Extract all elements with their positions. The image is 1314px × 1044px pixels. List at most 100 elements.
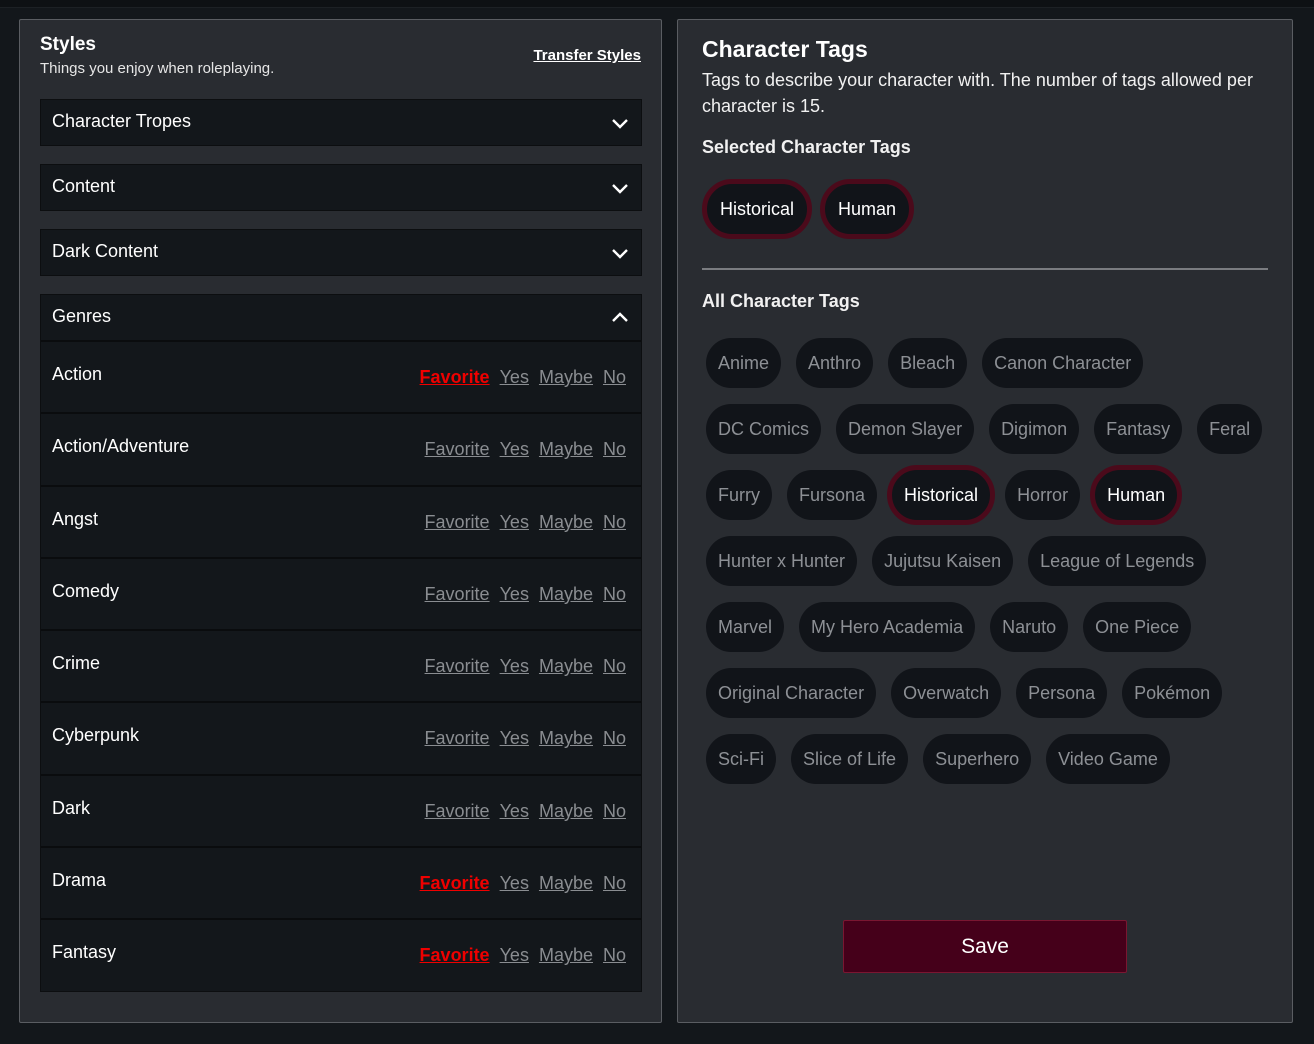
option-no-link[interactable]: No	[603, 945, 626, 966]
option-maybe-link[interactable]: Maybe	[539, 945, 593, 966]
tag-chip[interactable]: Video Game	[1046, 734, 1170, 784]
tag-chip[interactable]: DC Comics	[706, 404, 822, 454]
option-no-link[interactable]: No	[603, 512, 626, 533]
genre-row: Action/Adventure Favorite Yes Maybe No	[41, 412, 641, 484]
tag-chip[interactable]: Persona	[1016, 668, 1108, 718]
styles-subtitle: Things you enjoy when roleplaying.	[40, 60, 275, 77]
option-maybe-link[interactable]: Maybe	[539, 873, 593, 894]
genre-name: Cyberpunk	[52, 725, 140, 746]
option-favorite-link[interactable]: Favorite	[425, 728, 490, 749]
genre-name: Dark	[52, 797, 91, 818]
option-yes-link[interactable]: Yes	[500, 945, 529, 966]
option-maybe-link[interactable]: Maybe	[539, 367, 593, 388]
transfer-styles-link[interactable]: Transfer Styles	[533, 47, 641, 64]
genre-row: Action Favorite Yes Maybe No	[41, 340, 641, 412]
styles-title: Styles	[40, 34, 96, 55]
tag-chip[interactable]: Historical	[887, 465, 996, 525]
option-favorite-link[interactable]: Favorite	[425, 656, 490, 677]
selected-tag[interactable]: Historical	[702, 179, 813, 239]
tag-chip[interactable]: Bleach	[888, 338, 968, 388]
tag-chip[interactable]: Canon Character	[982, 338, 1144, 388]
option-maybe-link[interactable]: Maybe	[539, 656, 593, 677]
option-no-link[interactable]: No	[603, 873, 626, 894]
tag-chip[interactable]: One Piece	[1083, 602, 1192, 652]
chevron-down-icon	[612, 182, 628, 194]
option-yes-link[interactable]: Yes	[500, 728, 529, 749]
genre-options: Favorite Yes Maybe No	[425, 439, 626, 460]
tag-chip[interactable]: Fantasy	[1094, 404, 1183, 454]
genre-name: Comedy	[52, 580, 120, 601]
genre-options: Favorite Yes Maybe No	[425, 801, 626, 822]
option-no-link[interactable]: No	[603, 801, 626, 822]
option-no-link[interactable]: No	[603, 367, 626, 388]
option-no-link[interactable]: No	[603, 656, 626, 677]
genre-options: Favorite Yes Maybe No	[420, 367, 626, 388]
genre-options: Favorite Yes Maybe No	[420, 945, 626, 966]
tag-chip[interactable]: Hunter x Hunter	[706, 536, 858, 586]
tag-chip[interactable]: Slice of Life	[791, 734, 909, 784]
option-favorite-link[interactable]: Favorite	[425, 801, 490, 822]
option-favorite-link[interactable]: Favorite	[425, 512, 490, 533]
option-maybe-link[interactable]: Maybe	[539, 728, 593, 749]
tag-chip[interactable]: Human	[1090, 465, 1183, 525]
option-yes-link[interactable]: Yes	[500, 512, 529, 533]
accordion-content: Content	[40, 164, 642, 211]
genre-name: Action/Adventure	[52, 436, 190, 457]
accordion-header[interactable]: Content	[41, 165, 641, 210]
genre-options: Favorite Yes Maybe No	[425, 728, 626, 749]
tag-chip[interactable]: My Hero Academia	[799, 602, 976, 652]
tag-chip[interactable]: Furry	[706, 470, 772, 520]
option-no-link[interactable]: No	[603, 728, 626, 749]
tag-chip[interactable]: Feral	[1197, 404, 1263, 454]
tag-chip[interactable]: Horror	[1005, 470, 1081, 520]
option-maybe-link[interactable]: Maybe	[539, 439, 593, 460]
tag-chip[interactable]: Digimon	[989, 404, 1080, 454]
option-yes-link[interactable]: Yes	[500, 439, 529, 460]
genre-list: Action Favorite Yes Maybe No Action/Adventure…	[41, 340, 641, 991]
option-favorite-link[interactable]: Favorite	[420, 945, 490, 966]
selected-tag[interactable]: Human	[820, 179, 915, 239]
tag-chip[interactable]: Fursona	[787, 470, 878, 520]
tag-chip[interactable]: Marvel	[706, 602, 785, 652]
accordion-header[interactable]: Character Tropes	[41, 100, 641, 145]
tag-chip[interactable]: Demon Slayer	[836, 404, 975, 454]
tag-chip[interactable]: League of Legends	[1028, 536, 1207, 586]
genre-row: Dark Favorite Yes Maybe No	[41, 773, 641, 846]
tag-chip[interactable]: Superhero	[923, 734, 1032, 784]
option-favorite-link[interactable]: Favorite	[425, 584, 490, 605]
option-yes-link[interactable]: Yes	[500, 656, 529, 677]
option-no-link[interactable]: No	[603, 439, 626, 460]
option-yes-link[interactable]: Yes	[500, 801, 529, 822]
accordion-label: Content	[52, 176, 116, 196]
tag-chip[interactable]: Jujutsu Kaisen	[872, 536, 1014, 586]
tag-chip[interactable]: Overwatch	[891, 668, 1002, 718]
option-yes-link[interactable]: Yes	[500, 584, 529, 605]
option-favorite-link[interactable]: Favorite	[420, 873, 490, 894]
accordion-header[interactable]: Genres	[41, 295, 641, 340]
option-no-link[interactable]: No	[603, 584, 626, 605]
option-maybe-link[interactable]: Maybe	[539, 584, 593, 605]
tag-chip[interactable]: Pokémon	[1122, 668, 1223, 718]
genre-name: Action	[52, 364, 103, 384]
tag-chip[interactable]: Anime	[706, 338, 782, 388]
genre-name: Crime	[52, 653, 100, 674]
option-favorite-link[interactable]: Favorite	[420, 367, 490, 388]
tag-chip[interactable]: Original Character	[706, 668, 877, 718]
tag-chip[interactable]: Anthro	[796, 338, 874, 388]
character-tags-panel: Character Tags Tags to describe your cha…	[677, 19, 1293, 1023]
genre-options: Favorite Yes Maybe No	[425, 656, 626, 677]
genre-row: Fantasy Favorite Yes Maybe No	[41, 918, 641, 990]
save-button[interactable]: Save	[843, 920, 1127, 973]
genre-row: Crime Favorite Yes Maybe No	[41, 629, 641, 701]
option-maybe-link[interactable]: Maybe	[539, 512, 593, 533]
option-favorite-link[interactable]: Favorite	[425, 439, 490, 460]
genre-options: Favorite Yes Maybe No	[420, 873, 626, 894]
accordion-header[interactable]: Dark Content	[41, 230, 641, 275]
option-yes-link[interactable]: Yes	[500, 367, 529, 388]
option-yes-link[interactable]: Yes	[500, 873, 529, 894]
tag-chip[interactable]: Naruto	[990, 602, 1069, 652]
tag-chip[interactable]: Sci-Fi	[706, 734, 776, 784]
option-maybe-link[interactable]: Maybe	[539, 801, 593, 822]
styles-panel: Styles Things you enjoy when roleplaying…	[19, 19, 662, 1023]
chevron-down-icon	[612, 247, 628, 259]
